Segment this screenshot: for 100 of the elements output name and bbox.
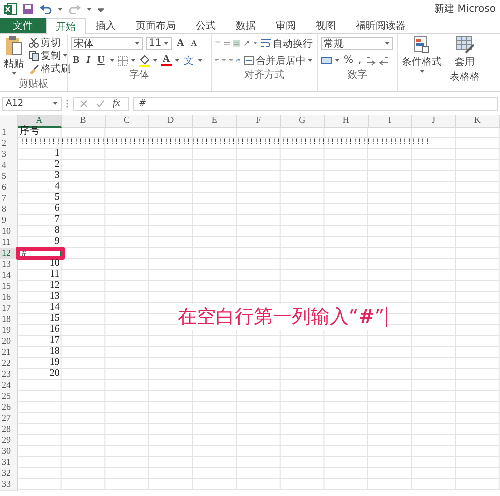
phonetic-button[interactable]: 文 (183, 54, 196, 68)
table-cell[interactable]: 13 (18, 292, 62, 304)
row-header[interactable]: 10 (0, 226, 18, 238)
table-cell[interactable]: 14 (18, 303, 62, 315)
wrap-text-button[interactable]: 自动换行 (260, 36, 314, 50)
cut-button[interactable]: 剪切 (28, 36, 72, 49)
ribbon-tab[interactable]: 插入 (86, 18, 126, 33)
table-cell[interactable]: !!!!!!!!!!!!!!!!!!!!!!!!!!!!!!!!!!!!!!!!!!!!!!!!!!!!!!!!!!!!!!!!!!!!!!!!!!!!!!!!!!!!!!!!!!! (18, 138, 456, 150)
grow-font-button[interactable]: A (175, 38, 186, 49)
table-cell[interactable]: 8 (18, 226, 62, 238)
row-header[interactable]: 33 (0, 479, 18, 491)
italic-button[interactable]: I (84, 55, 93, 66)
column-header[interactable]: C (106, 115, 150, 128)
row-header[interactable]: 15 (0, 281, 18, 293)
row-header[interactable]: 26 (0, 402, 18, 414)
annotation-text: 在空白行第一列输入“#” (178, 305, 385, 330)
row-header[interactable]: 31 (0, 457, 18, 469)
table-cell[interactable]: 16 (18, 325, 62, 337)
row-header[interactable]: 18 (0, 314, 18, 326)
row-header[interactable]: 32 (0, 468, 18, 480)
group-label: 字体 (128, 70, 150, 82)
table-cell[interactable]: 10 (18, 259, 62, 271)
table-cell[interactable]: 19 (18, 358, 62, 370)
shrink-font-button[interactable]: A (189, 39, 200, 48)
row-header[interactable]: 1 (0, 127, 18, 139)
table-cell[interactable]: 7 (18, 215, 62, 227)
row-header[interactable]: 25 (0, 391, 18, 403)
column-header[interactable]: J (412, 115, 456, 128)
font-size-dropdown[interactable]: 11 (146, 37, 172, 50)
font-color-button[interactable]: A (160, 55, 172, 66)
row-header[interactable]: 20 (0, 336, 18, 348)
table-cell[interactable]: 2 (18, 160, 62, 172)
format-as-table-button[interactable]: 套用 表格格 (449, 36, 481, 91)
column-header[interactable]: F (237, 115, 281, 128)
row-header[interactable]: 6 (0, 182, 18, 194)
ribbon-tab[interactable]: 数据 (226, 18, 266, 33)
row-header[interactable]: 13 (0, 259, 18, 271)
row-header[interactable]: 7 (0, 193, 18, 205)
comma-button[interactable]: , (358, 55, 363, 66)
column-header[interactable]: H (324, 115, 369, 128)
name-box[interactable]: A12 (2, 96, 62, 110)
row-header[interactable]: 9 (0, 215, 18, 227)
column-header[interactable]: D (149, 115, 194, 128)
table-cell[interactable]: 12 (18, 281, 62, 293)
table-cell[interactable]: 17 (18, 336, 62, 348)
format-painter-button[interactable]: 格式刷 (28, 62, 72, 75)
ribbon-tab[interactable]: 文件 (0, 18, 46, 33)
column-header[interactable]: E (193, 115, 238, 128)
ribbon-tab[interactable]: 公式 (186, 18, 226, 33)
table-cell[interactable]: 5 (18, 193, 62, 205)
number-format-dropdown[interactable]: 常规 (321, 37, 393, 50)
group-label: 剪贴板 (18, 79, 50, 91)
ribbon-tab[interactable]: 福昕阅读器 (346, 18, 416, 33)
table-cell[interactable]: 3 (18, 171, 62, 183)
row-header[interactable]: 14 (0, 270, 18, 282)
row-header[interactable]: 4 (0, 160, 18, 172)
table-cell[interactable]: 15 (18, 314, 62, 326)
table-cell[interactable]: 4 (18, 182, 62, 194)
table-cell[interactable]: 6 (18, 204, 62, 216)
row-header[interactable]: 16 (0, 292, 18, 304)
row-header[interactable]: 21 (0, 347, 18, 359)
column-header[interactable]: B (62, 115, 106, 128)
row-header[interactable]: 2 (0, 138, 18, 150)
ribbon-tab[interactable]: 页面布局 (126, 18, 186, 33)
conditional-formatting-button[interactable]: 条件格式 (401, 36, 443, 91)
table-cell[interactable]: 11 (18, 270, 62, 282)
ribbon-tab[interactable]: 审阅 (266, 18, 306, 33)
column-header[interactable]: I (368, 115, 412, 128)
row-header[interactable]: 28 (0, 424, 18, 436)
insert-function-button[interactable]: fx (113, 98, 120, 109)
formula-input[interactable]: # (133, 96, 498, 110)
table-cell[interactable]: 序号 (18, 127, 62, 139)
merge-center-button[interactable]: 合并后居中 (243, 54, 314, 68)
row-header[interactable]: 11 (0, 237, 18, 249)
row-header[interactable]: 29 (0, 435, 18, 447)
ribbon-tab[interactable]: 开始 (46, 18, 86, 34)
copy-button[interactable]: 复制 (28, 49, 72, 62)
row-header[interactable]: 5 (0, 171, 18, 183)
paste-button[interactable]: 粘贴 (3, 36, 25, 79)
ribbon-tab[interactable]: 视图 (306, 18, 346, 33)
row-header[interactable]: 8 (0, 204, 18, 216)
table-cell[interactable]: 9 (18, 237, 62, 249)
bold-button[interactable]: B (71, 55, 82, 66)
table-cell[interactable]: 18 (18, 347, 62, 359)
row-header[interactable]: 19 (0, 325, 18, 337)
row-header[interactable]: 22 (0, 358, 18, 370)
row-header[interactable]: 3 (0, 149, 18, 161)
column-header[interactable]: K (456, 115, 500, 128)
row-header[interactable]: 23 (0, 369, 18, 381)
column-header[interactable]: G (280, 115, 325, 128)
underline-button[interactable]: U (96, 55, 107, 66)
font-name-dropdown[interactable]: 宋体 (71, 37, 143, 50)
row-header[interactable]: 30 (0, 446, 18, 458)
row-header[interactable]: 24 (0, 380, 18, 392)
row-header[interactable]: 17 (0, 303, 18, 315)
table-cell[interactable]: 1 (18, 149, 62, 161)
group-label: 对齐方式 (244, 70, 286, 82)
row-header[interactable]: 27 (0, 413, 18, 425)
percent-button[interactable]: % (343, 55, 355, 66)
table-cell[interactable]: 20 (18, 369, 62, 381)
